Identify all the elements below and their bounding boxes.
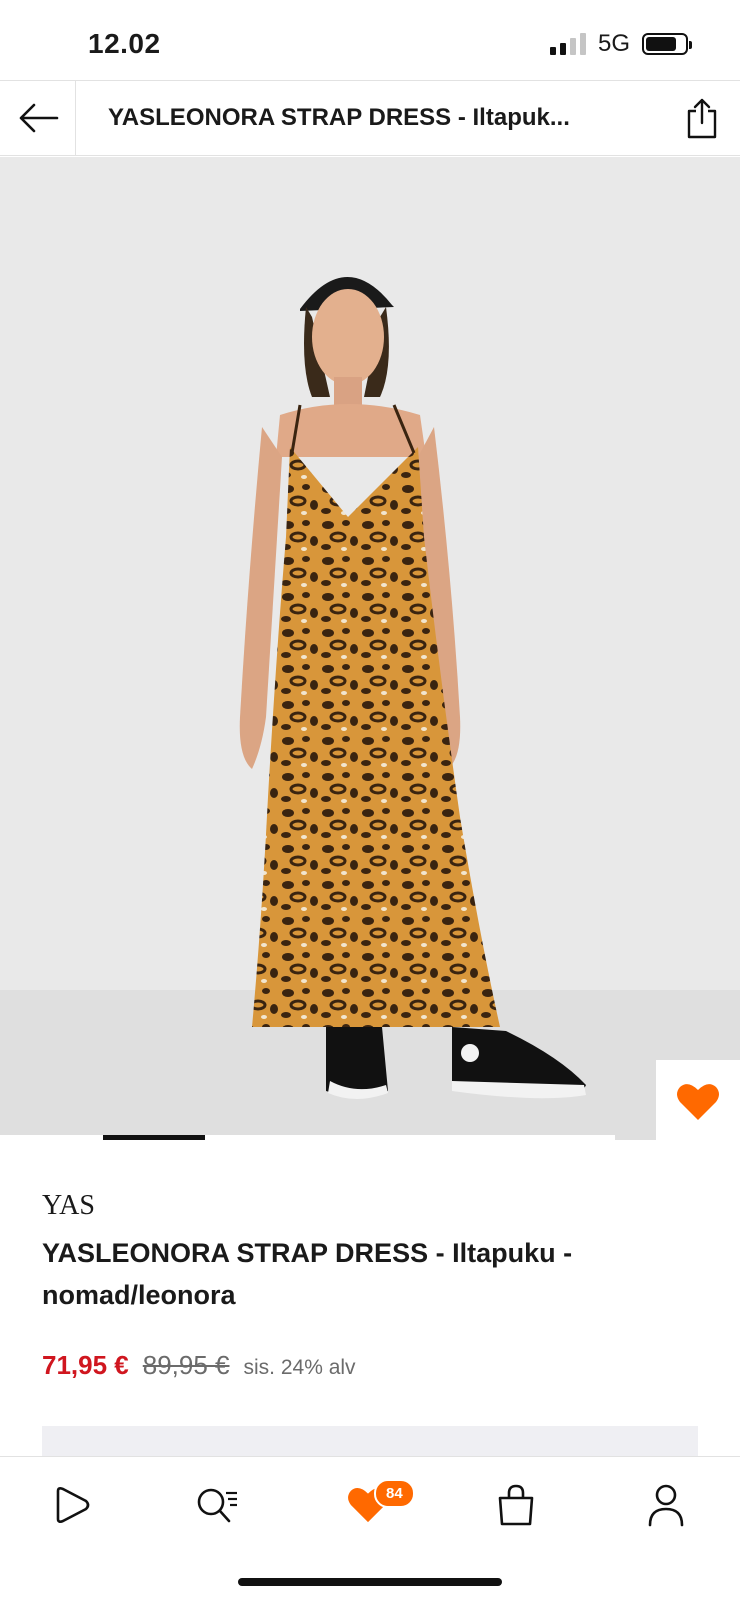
network-type: 5G	[597, 30, 630, 57]
gallery-pager-indicator	[103, 1135, 205, 1140]
back-button[interactable]	[0, 81, 76, 155]
add-to-wishlist-button[interactable]	[656, 1060, 740, 1144]
gallery-pager-track	[0, 1135, 615, 1140]
arrow-left-icon	[19, 103, 58, 133]
size-selector-placeholder[interactable]	[42, 1426, 698, 1456]
nav-bag[interactable]	[486, 1475, 546, 1535]
share-icon	[687, 98, 717, 139]
wishlist-count-badge: 84	[374, 1479, 415, 1508]
product-image-gallery[interactable]	[0, 157, 740, 1140]
battery-icon	[642, 33, 692, 55]
status-indicators: 5G	[549, 30, 692, 58]
nav-wishlist[interactable]: 84	[338, 1475, 415, 1535]
product-name: YASLEONORA STRAP DRESS - Iltapuku - noma…	[42, 1238, 573, 1310]
profile-icon	[648, 1484, 684, 1527]
price-current: 71,95 €	[42, 1350, 129, 1380]
nav-search[interactable]	[188, 1475, 248, 1535]
signal-icon	[549, 33, 586, 55]
status-time: 12.02	[88, 28, 161, 59]
vat-note: sis. 24% alv	[243, 1356, 356, 1379]
home-icon	[56, 1487, 90, 1523]
price-row: 71,95 € 89,95 € sis. 24% alv	[42, 1350, 356, 1381]
search-icon	[197, 1488, 237, 1523]
price-original: 89,95 €	[142, 1350, 230, 1380]
product-brand[interactable]: YAS	[42, 1190, 95, 1222]
nav-profile[interactable]	[636, 1475, 696, 1535]
product-photo	[239, 276, 586, 1099]
nav-home[interactable]	[42, 1475, 102, 1535]
heart-icon	[677, 1084, 719, 1120]
bag-icon	[498, 1484, 534, 1526]
status-bar: 12.02 5G	[0, 0, 740, 80]
product-header: YASLEONORA STRAP DRESS - Iltapuk...	[0, 80, 740, 156]
home-indicator[interactable]	[238, 1578, 502, 1586]
share-button[interactable]	[664, 81, 740, 155]
header-title: YASLEONORA STRAP DRESS - Iltapuk...	[108, 104, 570, 131]
